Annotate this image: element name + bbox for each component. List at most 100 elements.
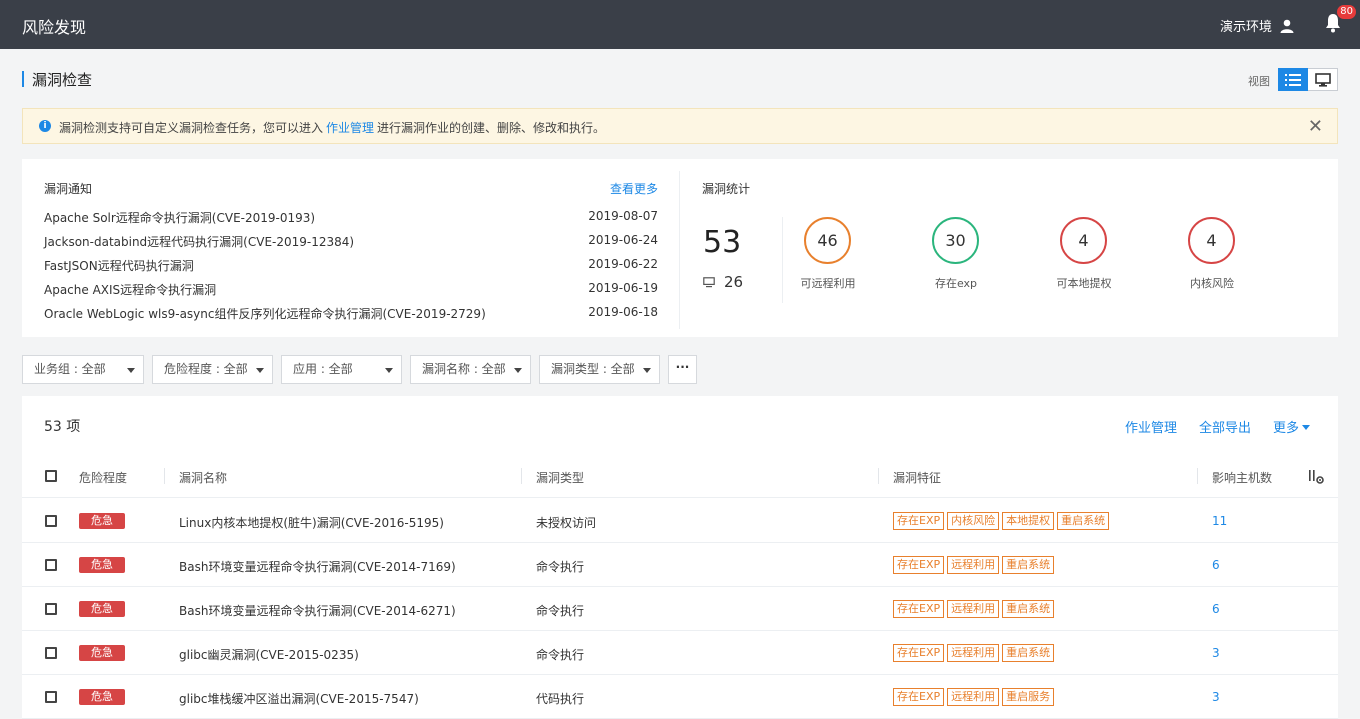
news-item[interactable]: Apache Solr远程命令执行漏洞(CVE-2019-0193) 2019-0… xyxy=(44,209,658,233)
stats-hosts: 26 xyxy=(703,273,743,291)
severity-badge: 危急 xyxy=(79,557,125,573)
column-separator xyxy=(1197,468,1198,484)
severity-badge: 危急 xyxy=(79,689,125,705)
panel-divider xyxy=(679,171,680,329)
vuln-name[interactable]: Bash环境变量远程命令执行漏洞(CVE-2014-7169) xyxy=(179,558,456,575)
vuln-name-filter[interactable]: 漏洞名称 : 全部 xyxy=(410,355,531,384)
application-filter[interactable]: 应用 : 全部 xyxy=(281,355,402,384)
remote-exploit-circle[interactable]: 46 xyxy=(804,217,851,264)
feature-tag: 本地提权 xyxy=(1002,512,1055,530)
chevron-down-icon xyxy=(127,368,135,373)
feature-tag: 远程利用 xyxy=(947,644,1000,662)
vuln-name[interactable]: glibc堆栈缓冲区溢出漏洞(CVE-2015-7547) xyxy=(179,690,419,707)
news-item-title: Oracle WebLogic wls9-async组件反序列化远程命令执行漏洞… xyxy=(44,307,486,321)
column-settings-icon[interactable] xyxy=(1308,469,1324,485)
feature-tag: 存在EXP xyxy=(893,644,945,662)
view-more-link[interactable]: 查看更多 xyxy=(610,180,658,197)
news-item[interactable]: Apache AXIS远程命令执行漏洞 2019-06-19 xyxy=(44,281,658,305)
chevron-down-icon xyxy=(385,368,393,373)
exp-circle[interactable]: 30 xyxy=(932,217,979,264)
header-severity[interactable]: 危险程度 xyxy=(79,469,127,486)
news-item[interactable]: Jackson-databind远程代码执行漏洞(CVE-2019-12384)… xyxy=(44,233,658,257)
notice-text-before: 漏洞检测支持可自定义漏洞检查任务，您可以进入 xyxy=(59,121,324,135)
summary-panel: 漏洞通知 查看更多 Apache Solr远程命令执行漏洞(CVE-2019-0… xyxy=(22,159,1338,337)
remote-exploit-label: 可远程利用 xyxy=(800,277,856,290)
filter-label: 漏洞名称 : 全部 xyxy=(422,362,506,376)
business-group-filter[interactable]: 业务组 : 全部 xyxy=(22,355,144,384)
kernel-risk-count: 4 xyxy=(1206,231,1217,250)
filter-label: 漏洞类型 : 全部 xyxy=(551,362,635,376)
close-icon[interactable]: ✕ xyxy=(1308,116,1323,137)
severity-badge: 危急 xyxy=(79,601,125,617)
chevron-down-icon xyxy=(643,368,651,373)
feature-tags: 存在EXP 远程利用 重启服务 xyxy=(893,688,1055,706)
notice-text: 漏洞检测支持可自定义漏洞检查任务，您可以进入 作业管理 进行漏洞作业的创建、删除、修… xyxy=(59,119,605,136)
feature-tag: 远程利用 xyxy=(947,600,1000,618)
stats-hosts-value: 26 xyxy=(724,273,744,291)
job-management-button[interactable]: 作业管理 xyxy=(1125,417,1177,436)
more-filters-button[interactable]: ··· xyxy=(668,355,697,384)
result-count: 53 项 xyxy=(44,419,81,435)
table-row[interactable]: 危急 Bash环境变量远程命令执行漏洞(CVE-2014-7169) 命令执行 … xyxy=(22,543,1338,587)
vuln-type: 命令执行 xyxy=(536,560,585,574)
news-item-date: 2019-06-19 xyxy=(588,281,658,295)
job-management-link[interactable]: 作业管理 xyxy=(326,121,374,135)
title-accent-bar xyxy=(22,71,24,87)
affected-hosts-link[interactable]: 11 xyxy=(1212,514,1227,528)
affected-hosts-link[interactable]: 3 xyxy=(1212,646,1220,660)
severity-filter[interactable]: 危险程度 : 全部 xyxy=(152,355,273,384)
list-view-button[interactable] xyxy=(1278,68,1308,91)
exp-count: 30 xyxy=(945,231,966,250)
news-item[interactable]: FastJSON远程代码执行漏洞 2019-06-22 xyxy=(44,257,658,281)
row-checkbox[interactable] xyxy=(45,691,57,703)
header-type[interactable]: 漏洞类型 xyxy=(536,469,584,486)
kernel-risk-circle[interactable]: 4 xyxy=(1188,217,1235,264)
environment-menu[interactable]: 演示环境 xyxy=(1220,16,1294,35)
exp-label: 存在exp xyxy=(934,277,978,290)
news-list: Apache Solr远程命令执行漏洞(CVE-2019-0193) 2019-0… xyxy=(44,209,658,329)
local-privesc-circle[interactable]: 4 xyxy=(1060,217,1107,264)
news-item-title: Jackson-databind远程代码执行漏洞(CVE-2019-12384) xyxy=(44,235,355,249)
header-features[interactable]: 漏洞特征 xyxy=(893,469,941,486)
feature-tags: 存在EXP 远程利用 重启系统 xyxy=(893,600,1055,618)
row-checkbox[interactable] xyxy=(45,603,57,615)
news-item[interactable]: Oracle WebLogic wls9-async组件反序列化远程命令执行漏洞… xyxy=(44,305,658,329)
column-separator xyxy=(164,468,165,484)
more-actions-label: 更多 xyxy=(1272,421,1299,436)
news-item-title: FastJSON远程代码执行漏洞 xyxy=(44,259,194,273)
feature-tag: 存在EXP xyxy=(893,688,945,706)
column-separator xyxy=(521,468,522,484)
affected-hosts-link[interactable]: 6 xyxy=(1212,558,1220,572)
filter-label: 危险程度 : 全部 xyxy=(164,362,248,376)
vuln-type: 代码执行 xyxy=(536,692,585,706)
info-notice: i 漏洞检测支持可自定义漏洞检查任务，您可以进入 作业管理 进行漏洞作业的创建、删除… xyxy=(22,108,1338,144)
table-actions: 作业管理 全部导出 更多 xyxy=(1125,417,1310,436)
feature-tag: 重启系统 xyxy=(1057,512,1110,530)
affected-hosts-link[interactable]: 3 xyxy=(1212,690,1220,704)
export-all-button[interactable]: 全部导出 xyxy=(1199,417,1251,436)
table-row[interactable]: 危急 glibc幽灵漏洞(CVE-2015-0235) 命令执行 存在EXP 远… xyxy=(22,631,1338,675)
table-row[interactable]: 危急 Linux内核本地提权(脏牛)漏洞(CVE-2016-5195) 未授权访… xyxy=(22,499,1338,543)
header-hosts[interactable]: 影响主机数 xyxy=(1212,469,1272,486)
row-checkbox[interactable] xyxy=(45,559,57,571)
host-view-button[interactable] xyxy=(1308,68,1338,91)
table-row[interactable]: 危急 glibc堆栈缓冲区溢出漏洞(CVE-2015-7547) 代码执行 存在… xyxy=(22,675,1338,719)
vulnerability-table-card: 53 项 作业管理 全部导出 更多 危险程度 漏洞名称 漏洞类型 漏洞特征 影响… xyxy=(22,396,1338,719)
vuln-type-filter[interactable]: 漏洞类型 : 全部 xyxy=(539,355,660,384)
app-title: 风险发现 xyxy=(22,18,87,37)
feature-tag: 重启系统 xyxy=(1002,644,1055,662)
affected-hosts-link[interactable]: 6 xyxy=(1212,602,1220,616)
table-row[interactable]: 危急 Bash环境变量远程命令执行漏洞(CVE-2014-6271) 命令执行 … xyxy=(22,587,1338,631)
select-all-checkbox[interactable] xyxy=(45,470,57,482)
stats-total: 53 xyxy=(703,225,742,260)
header-name[interactable]: 漏洞名称 xyxy=(179,469,227,486)
feature-tags: 存在EXP 远程利用 重启系统 xyxy=(893,556,1055,574)
feature-tag: 远程利用 xyxy=(947,688,1000,706)
vuln-name[interactable]: Linux内核本地提权(脏牛)漏洞(CVE-2016-5195) xyxy=(179,514,444,531)
monitor-icon xyxy=(1314,72,1331,87)
vuln-name[interactable]: glibc幽灵漏洞(CVE-2015-0235) xyxy=(179,646,359,663)
row-checkbox[interactable] xyxy=(45,647,57,659)
more-actions-button[interactable]: 更多 xyxy=(1273,417,1310,436)
row-checkbox[interactable] xyxy=(45,515,57,527)
vuln-name[interactable]: Bash环境变量远程命令执行漏洞(CVE-2014-6271) xyxy=(179,602,456,619)
